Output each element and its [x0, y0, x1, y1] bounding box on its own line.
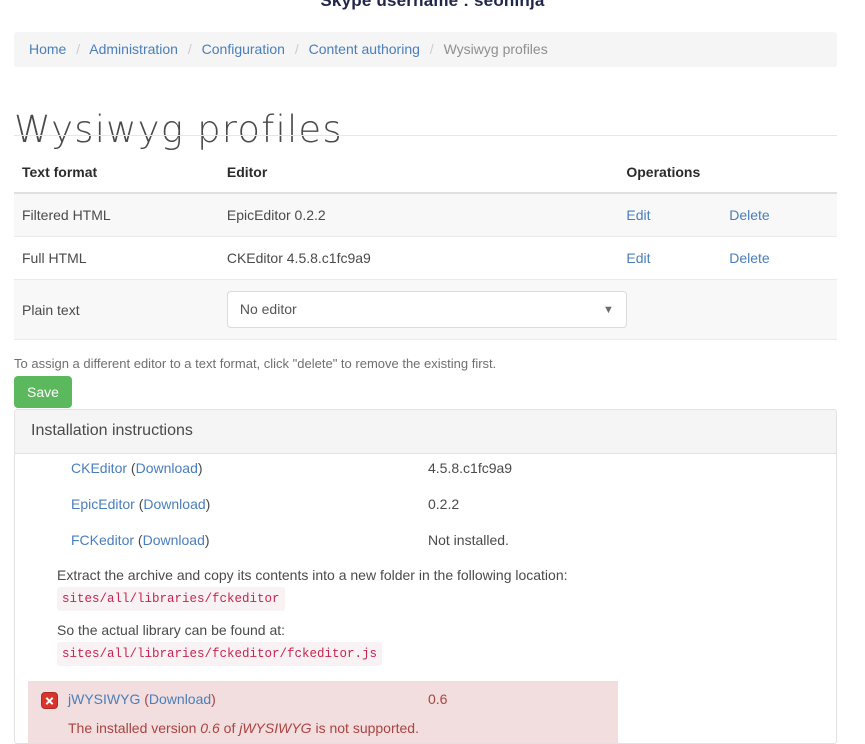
breadcrumb-item-configuration[interactable]: Configuration — [202, 41, 285, 57]
editor-name-group: CKEditor (Download) — [71, 460, 203, 476]
cell-operation-delete: Delete — [721, 193, 837, 237]
breadcrumb-item-administration[interactable]: Administration — [89, 41, 178, 57]
edit-link[interactable]: Edit — [626, 250, 650, 266]
banner-text: Skype username : seoninja — [320, 0, 545, 10]
editor-version: 0.6 — [428, 691, 448, 707]
edit-link[interactable]: Edit — [626, 207, 650, 223]
cell-operation-delete: Delete — [721, 236, 837, 280]
error-icon — [41, 692, 58, 709]
editor-install-error-description: The installed version 0.6 of jWYSIWYG is… — [68, 718, 608, 743]
cell-text-format: Full HTML — [14, 236, 219, 280]
library-path-code: sites/all/libraries/fckeditor/fckeditor.… — [57, 642, 383, 666]
editor-version: Not installed. — [428, 532, 509, 548]
editor-install-header: EpicEditor (Download) 0.2.2 — [15, 496, 836, 520]
page-title: Wysiwyg profiles — [14, 107, 343, 151]
table-row: Plain text No editor ▼ — [14, 279, 837, 340]
wysiwyg-profiles-table: Text format Editor Operations Filtered H… — [14, 158, 837, 340]
extract-instruction-text: Extract the archive and copy its content… — [57, 567, 568, 583]
download-link[interactable]: Download — [143, 532, 205, 548]
editor-version: 0.2.2 — [428, 496, 460, 512]
editor-name-link[interactable]: EpicEditor — [71, 496, 135, 512]
helper-text: To assign a different editor to a text f… — [14, 356, 497, 371]
save-button[interactable]: Save — [14, 376, 72, 408]
editor-install-row-epiceditor: EpicEditor (Download) 0.2.2 — [15, 490, 836, 526]
editor-name-group: jWYSIWYG (Download) — [68, 691, 216, 707]
chevron-down-icon: ▼ — [602, 304, 614, 316]
site-banner: Skype username : seoninja — [0, 0, 865, 22]
delete-link[interactable]: Delete — [729, 207, 769, 223]
editor-install-row-fckeditor: FCKeditor (Download) Not installed. Extr… — [15, 526, 836, 672]
installation-instructions-body: CKEditor (Download) 4.5.8.c1fc9a9 EpicEd… — [15, 454, 836, 743]
delete-link[interactable]: Delete — [729, 250, 769, 266]
editor-install-error-jwysiwyg: jWYSIWYG (Download) 0.6 The installed ve… — [28, 681, 618, 743]
unsupported-version-value: 0.6 — [200, 720, 220, 736]
extract-path-code: sites/all/libraries/fckeditor — [57, 587, 285, 611]
title-divider — [14, 135, 837, 136]
table-header-row: Text format Editor Operations — [14, 158, 837, 194]
editor-name-link[interactable]: jWYSIWYG — [68, 691, 140, 707]
unsupported-prefix: The installed version — [68, 720, 201, 736]
column-header-editor: Editor — [218, 158, 619, 194]
editor-name-link[interactable]: CKEditor — [71, 460, 127, 476]
breadcrumb-separator: / — [294, 41, 299, 57]
breadcrumb-separator: / — [76, 41, 81, 57]
editor-install-header: FCKeditor (Download) Not installed. — [15, 532, 836, 556]
breadcrumb: Home / Administration / Configuration / … — [14, 32, 837, 67]
editor-select-value: No editor — [239, 301, 297, 317]
editor-name-group: FCKeditor (Download) — [71, 532, 210, 548]
cell-operation-edit: Edit — [618, 236, 722, 280]
cell-text-format: Filtered HTML — [14, 193, 219, 237]
editor-select[interactable]: No editor ▼ — [226, 291, 627, 328]
editor-install-row-ckeditor: CKEditor (Download) 4.5.8.c1fc9a9 — [15, 454, 836, 490]
unsupported-mid: of — [219, 720, 240, 736]
unsupported-editor-name: jWYSIWYG — [239, 720, 312, 736]
table-header: Text format Editor Operations — [14, 158, 837, 194]
editor-install-description: Extract the archive and copy its content… — [57, 565, 836, 666]
breadcrumb-item-content-authoring[interactable]: Content authoring — [309, 41, 420, 57]
cell-editor: CKEditor 4.5.8.c1fc9a9 — [218, 236, 619, 280]
editor-name-link[interactable]: FCKeditor — [71, 532, 134, 548]
editor-install-header: jWYSIWYG (Download) 0.6 — [38, 690, 608, 713]
unsupported-suffix: is not supported. — [311, 720, 419, 736]
cell-editor-select: No editor ▼ — [218, 279, 837, 340]
column-header-operations: Operations — [618, 158, 722, 194]
editor-name-group: EpicEditor (Download) — [71, 496, 211, 512]
download-link[interactable]: Download — [143, 496, 205, 512]
column-header-operations-spacer — [721, 158, 837, 194]
breadcrumb-item-home[interactable]: Home — [29, 41, 66, 57]
column-header-text-format: Text format — [14, 158, 219, 194]
installation-instructions-panel: Installation instructions CKEditor (Down… — [14, 409, 837, 744]
cell-text-format: Plain text — [14, 279, 219, 340]
download-link[interactable]: Download — [149, 691, 211, 707]
table-row: Filtered HTML EpicEditor 0.2.2 Edit Dele… — [14, 193, 837, 237]
editor-install-header: CKEditor (Download) 4.5.8.c1fc9a9 — [15, 460, 836, 484]
breadcrumb-separator: / — [429, 41, 434, 57]
table-row: Full HTML CKEditor 4.5.8.c1fc9a9 Edit De… — [14, 236, 837, 280]
library-instruction-text: So the actual library can be found at: — [57, 622, 286, 638]
unsupported-version-message: The installed version 0.6 of jWYSIWYG is… — [68, 718, 608, 738]
cell-editor: EpicEditor 0.2.2 — [218, 193, 619, 237]
installation-instructions-title: Installation instructions — [15, 410, 836, 454]
breadcrumb-item-current: Wysiwyg profiles — [443, 41, 548, 57]
table-body: Filtered HTML EpicEditor 0.2.2 Edit Dele… — [14, 193, 837, 340]
editor-version: 4.5.8.c1fc9a9 — [428, 460, 513, 476]
cell-operation-edit: Edit — [618, 193, 722, 237]
download-link[interactable]: Download — [136, 460, 198, 476]
breadcrumb-separator: / — [187, 41, 192, 57]
